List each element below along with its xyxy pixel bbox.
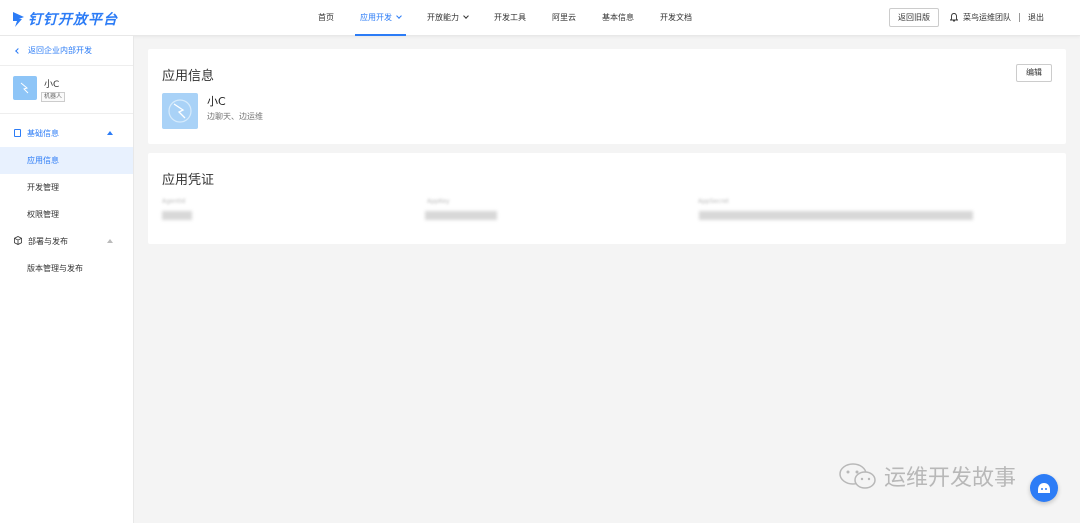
app-name: 小C [207,95,226,108]
nav-label: 基本信息 [602,13,634,22]
menu-group-basic-info[interactable]: 基础信息 [0,120,133,147]
back-to-enterprise-link[interactable]: 返回企业内部开发 [0,36,133,66]
nav-item-app-dev[interactable]: 应用开发 [347,0,414,36]
menu-item-permission-management[interactable]: 权限管理 [0,201,133,228]
robot-logo-icon [168,99,192,123]
chevron-left-icon [15,48,21,54]
sidebar: 返回企业内部开发 小C 机器人 基础信息 应用信息 开发管理 权限管理 部署与发… [0,36,134,523]
nav-label: 阿里云 [552,13,576,22]
menu-group-label: 部署与发布 [28,237,68,246]
caret-up-icon [107,239,113,243]
nav-label: 首页 [318,13,334,22]
robot-badge: 机器人 [41,92,66,102]
chat-bot-icon [1038,483,1050,493]
nav-item-basic-info[interactable]: 基本信息 [589,0,647,36]
app-secret-value[interactable] [699,211,973,220]
app-key-label: AppKey [427,198,450,205]
main-nav: 首页 应用开发 开放能力 开发工具 阿里云 基本信息 开发文档 [305,0,705,36]
edit-button[interactable]: 编辑 [1016,64,1052,82]
chevron-down-icon [396,13,402,19]
menu-item-dev-management[interactable]: 开发管理 [0,174,133,201]
help-assistant-button[interactable] [1030,474,1058,502]
app-logo [162,93,198,129]
chevron-down-icon [463,13,469,19]
header-right: 返回旧版 菜鸟运维团队 退出 [889,8,1044,27]
app-description: 边聊天、边运维 [207,112,263,121]
nav-label: 开放能力 [427,13,459,22]
menu-group-label: 基础信息 [27,129,59,138]
menu-item-app-info[interactable]: 应用信息 [0,147,133,174]
nav-item-home[interactable]: 首页 [305,0,347,36]
document-icon [14,129,21,137]
old-version-button[interactable]: 返回旧版 [889,8,939,27]
menu-group-deploy[interactable]: 部署与发布 [0,228,133,255]
top-header: 钉钉开放平台 首页 应用开发 开放能力 开发工具 阿里云 基本信息 开发文档 返… [0,0,1080,36]
agent-id-value[interactable] [162,211,192,220]
wechat-watermark: 运维开发故事 [838,460,1016,492]
app-key-value[interactable] [425,211,497,220]
nav-label: 开发文档 [660,13,692,22]
logo[interactable]: 钉钉开放平台 [12,9,118,29]
credentials-title: 应用凭证 [162,173,215,188]
watermark-text: 运维开发故事 [884,466,1017,491]
wechat-icon [839,463,876,489]
app-summary: 小C 机器人 [0,66,133,114]
nav-label: 开发工具 [494,13,526,22]
app-secret-label: AppSecret [698,198,729,205]
back-link-label: 返回企业内部开发 [28,46,92,55]
team-name[interactable]: 菜鸟运维团队 [963,12,1011,23]
nav-label: 应用开发 [360,13,392,22]
nav-item-aliyun[interactable]: 阿里云 [539,0,589,36]
app-info-title: 应用信息 [162,69,215,84]
bell-icon[interactable] [950,13,958,22]
credentials-card: 应用凭证 AgentId AppKey AppSecret [148,153,1066,244]
divider [1019,13,1020,22]
nav-item-open-capability[interactable]: 开放能力 [414,0,481,36]
nav-item-dev-tools[interactable]: 开发工具 [481,0,539,36]
logout-link[interactable]: 退出 [1028,12,1044,23]
app-avatar [13,76,37,100]
nav-item-docs[interactable]: 开发文档 [647,0,705,36]
agent-id-label: AgentId [162,198,186,205]
dingtalk-logo-icon [13,12,24,27]
logo-text: 钉钉开放平台 [28,12,118,28]
app-info-card: 应用信息 编辑 小C 边聊天、边运维 [148,49,1066,144]
robot-logo-icon [20,82,29,94]
app-name: 小C [44,80,60,90]
menu-item-version-release[interactable]: 版本管理与发布 [0,255,133,282]
cube-icon [14,236,22,245]
caret-up-icon [107,131,113,135]
